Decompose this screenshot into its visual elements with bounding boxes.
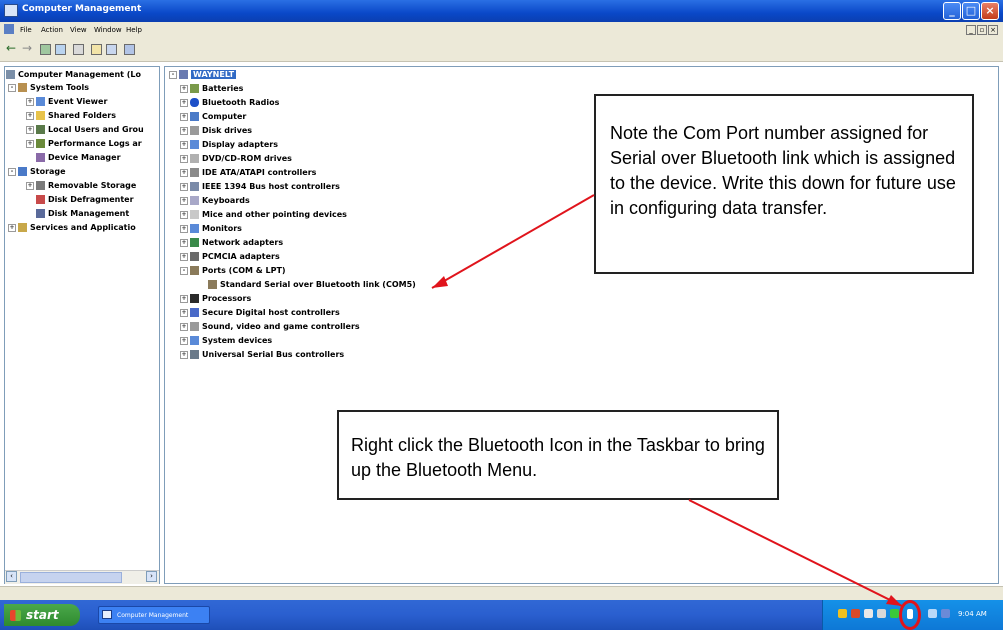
arrow-to-bluetooth-tray [688,499,903,607]
annotation-arrows [431,194,903,607]
arrow-to-com-port [431,194,595,289]
arrowhead-com-port [432,276,448,288]
arrowhead-bluetooth [886,595,902,606]
bluetooth-highlight-circle [899,600,921,630]
